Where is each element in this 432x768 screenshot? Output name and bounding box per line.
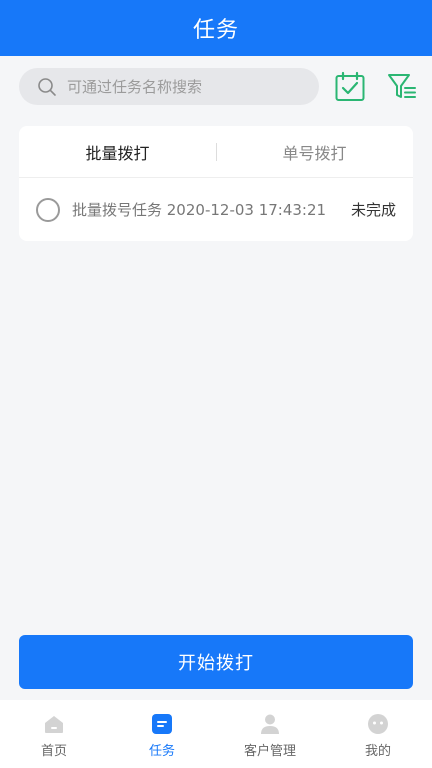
bottom-nav: 首页 任务 客户管理 我的 bbox=[0, 700, 432, 768]
calendar-check-icon[interactable] bbox=[334, 71, 366, 103]
home-icon bbox=[45, 716, 63, 733]
nav-item-customer[interactable]: 客户管理 bbox=[216, 700, 324, 768]
task-icon bbox=[152, 714, 172, 734]
page-title: 任务 bbox=[192, 18, 239, 43]
tab-batch-dial[interactable]: 批量拨打 bbox=[19, 126, 216, 177]
customer-icon bbox=[261, 714, 279, 734]
nav-label-customer: 客户管理 bbox=[243, 744, 296, 759]
task-radio[interactable] bbox=[36, 197, 60, 222]
nav-item-home[interactable]: 首页 bbox=[0, 700, 108, 768]
nav-item-profile[interactable]: 我的 bbox=[324, 700, 432, 768]
task-row[interactable]: 批量拨号任务 2020-12-03 17:43:21 未完成 bbox=[19, 178, 413, 241]
toolbar bbox=[0, 56, 432, 118]
nav-label-task: 任务 bbox=[148, 744, 175, 759]
filter-icon[interactable] bbox=[386, 71, 418, 103]
nav-item-task[interactable]: 任务 bbox=[108, 700, 216, 768]
tab-divider bbox=[216, 143, 217, 161]
search-input[interactable] bbox=[67, 77, 287, 96]
profile-icon bbox=[368, 714, 388, 734]
search-icon bbox=[38, 77, 56, 96]
tab-bar: 批量拨打 单号拨打 bbox=[19, 126, 413, 178]
task-status: 未完成 bbox=[350, 201, 396, 219]
app-header: 任务 bbox=[0, 0, 432, 56]
task-name: 批量拨号任务 2020-12-03 17:43:21 bbox=[72, 201, 327, 219]
search-bar[interactable] bbox=[19, 68, 319, 105]
task-card: 批量拨打 单号拨打 批量拨号任务 2020-12-03 17:43:21 未完成 bbox=[19, 126, 413, 241]
tab-single-dial[interactable]: 单号拨打 bbox=[216, 126, 413, 177]
nav-label-home: 首页 bbox=[40, 744, 67, 759]
start-dial-button[interactable]: 开始拨打 bbox=[19, 635, 413, 689]
nav-label-profile: 我的 bbox=[364, 744, 391, 759]
